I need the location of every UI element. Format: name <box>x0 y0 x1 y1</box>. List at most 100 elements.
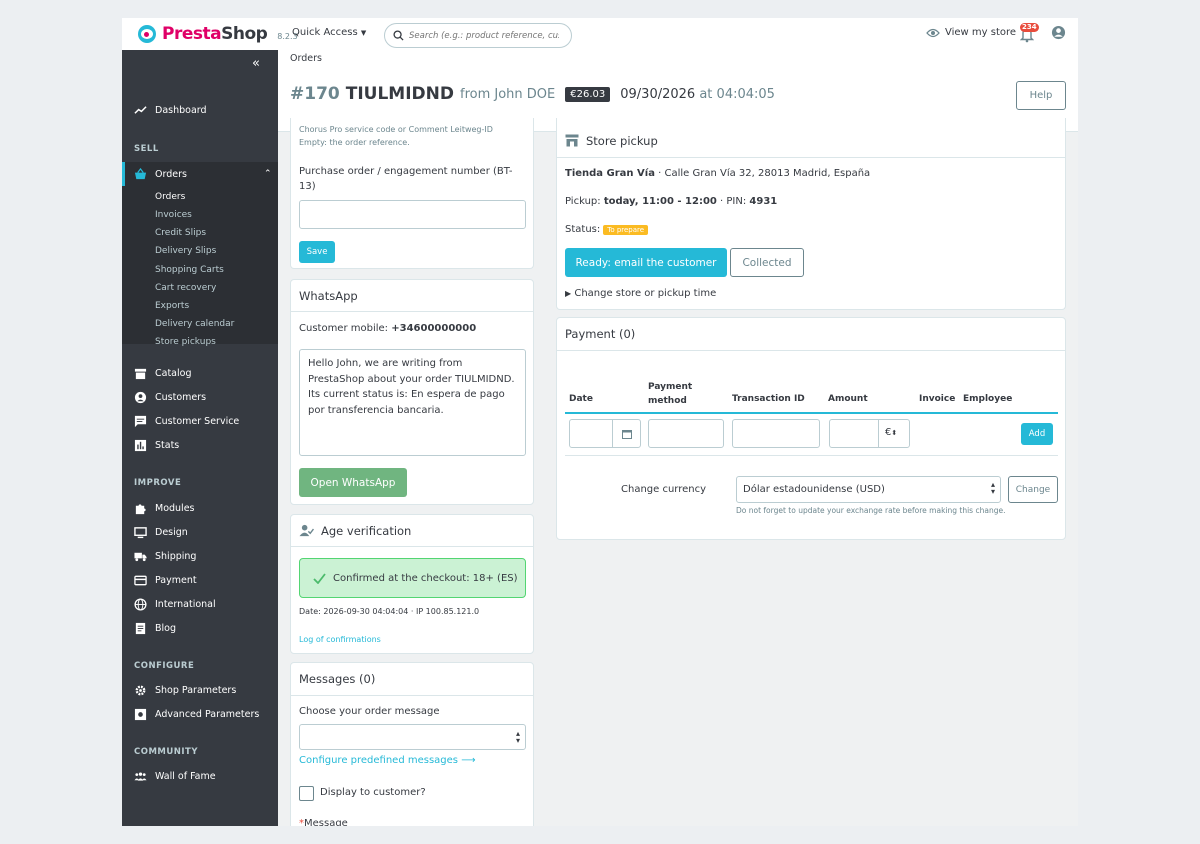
currency-select[interactable]: €⬍ <box>885 427 897 438</box>
nav-shipping[interactable]: Shipping <box>122 546 278 566</box>
search-box[interactable] <box>384 23 572 48</box>
pickup-status: Status: To prepare <box>565 224 649 235</box>
prestashop-logo[interactable]: PrestaShop 8.2.3 <box>138 24 298 44</box>
messages-card: Messages (0) Choose your order message ▴… <box>290 662 534 826</box>
col-amount: Amount <box>828 394 868 404</box>
sidebar: « Dashboard SELL Orders ⌃ Orders Invoice… <box>122 50 278 826</box>
transaction-id-input[interactable] <box>732 419 820 448</box>
card-title: Payment (0) <box>565 327 636 341</box>
nav-orders[interactable]: Orders ⌃ <box>122 162 278 186</box>
payment-card: Payment (0) Date Payment method Transact… <box>556 317 1066 540</box>
whatsapp-message-textarea[interactable]: Hello John, we are writing from PrestaSh… <box>299 349 526 456</box>
nav-customers[interactable]: Customers <box>122 387 278 407</box>
order-message-select[interactable]: ▴ ▾ <box>299 724 526 750</box>
store-icon <box>565 134 579 147</box>
nav-label: Wall of Fame <box>155 770 216 782</box>
nav-international[interactable]: International <box>122 594 278 614</box>
triangle-right-icon: ▶ <box>565 289 572 298</box>
top-bar: PrestaShop 8.2.3 Quick Access ▼ View my … <box>122 18 1078 50</box>
nav-label: Customer Service <box>155 415 240 427</box>
nav-payment[interactable]: Payment <box>122 570 278 590</box>
nav-label: Orders <box>155 168 187 180</box>
notification-badge: 234 <box>1020 23 1039 32</box>
subnav-cart-recovery[interactable]: Cart recovery <box>155 283 216 293</box>
purchase-order-input[interactable] <box>299 200 526 229</box>
order-date: 09/30/2026 at 04:04:05 <box>620 86 775 102</box>
select-arrows-icon: ▴ ▾ <box>515 729 520 745</box>
globe-icon <box>134 597 147 611</box>
quick-access-label: Quick Access <box>292 27 358 38</box>
collected-button[interactable]: Collected <box>730 248 804 277</box>
caret-down-icon: ▼ <box>360 29 367 37</box>
age-verification-card: Age verification Confirmed at the checko… <box>290 514 534 654</box>
save-button[interactable]: Save <box>299 241 335 263</box>
whatsapp-header: WhatsApp <box>291 280 533 312</box>
payment-date-input[interactable] <box>569 419 641 448</box>
puzzle-icon <box>135 503 146 514</box>
nav-customer-service[interactable]: Customer Service <box>122 411 278 431</box>
chat-icon <box>134 415 147 427</box>
field-hint-cut: Chorus Pro service code or Comment Leitw… <box>299 125 493 134</box>
log-of-confirmations-link[interactable]: Log of confirmations <box>299 635 381 644</box>
select-arrows-icon: ▴ ▾ <box>990 480 995 496</box>
subnav-credit-slips[interactable]: Credit Slips <box>155 228 206 238</box>
chevron-up-icon: ⌃ <box>264 169 272 179</box>
search-input[interactable] <box>409 30 559 41</box>
breadcrumb[interactable]: Orders <box>290 53 322 64</box>
nav-catalog[interactable]: Catalog <box>122 363 278 383</box>
help-button[interactable]: Help <box>1016 81 1066 110</box>
subnav-delivery-slips[interactable]: Delivery Slips <box>155 246 216 256</box>
pickup-time: Pickup: today, 11:00 - 12:00 · PIN: 4931 <box>565 196 778 207</box>
gear-icon <box>135 685 146 695</box>
section-improve: IMPROVE <box>134 478 182 488</box>
col-employee: Employee <box>963 394 1013 404</box>
page-title: #170 TIULMIDND from John DOE €26.03 09/3… <box>290 84 775 104</box>
nav-design[interactable]: Design <box>122 522 278 542</box>
account-circle-icon <box>134 391 147 403</box>
change-currency-label: Change currency <box>621 484 707 495</box>
amount-input[interactable]: €⬍ <box>829 419 910 448</box>
nav-stats[interactable]: Stats <box>122 435 278 455</box>
subnav-delivery-calendar[interactable]: Delivery calendar <box>155 319 234 329</box>
card-title: Messages (0) <box>299 672 376 686</box>
order-total-badge: €26.03 <box>565 86 611 102</box>
subnav-exports[interactable]: Exports <box>155 301 189 311</box>
people-icon <box>134 772 147 781</box>
open-whatsapp-button[interactable]: Open WhatsApp <box>299 468 407 497</box>
display-to-customer-checkbox[interactable] <box>299 786 314 801</box>
calendar-icon[interactable] <box>622 429 632 439</box>
subnav-store-pickups[interactable]: Store pickups <box>155 337 216 347</box>
nav-label: Advanced Parameters <box>155 708 260 720</box>
quick-access-dropdown[interactable]: Quick Access ▼ <box>292 27 366 38</box>
payment-method-input[interactable] <box>648 419 724 448</box>
nav-blog[interactable]: Blog <box>122 618 278 638</box>
message-label: *Message <box>299 818 348 826</box>
change-currency-button[interactable]: Change <box>1008 476 1058 503</box>
order-number: #170 <box>290 84 340 104</box>
nav-label: Design <box>155 526 188 538</box>
change-store-toggle[interactable]: ▶ Change store or pickup time <box>565 288 716 299</box>
ready-email-customer-button[interactable]: Ready: email the customer <box>565 248 727 277</box>
subnav-shopping-carts[interactable]: Shopping Carts <box>155 265 224 275</box>
age-verification-header: Age verification <box>291 515 533 547</box>
nav-shop-parameters[interactable]: Shop Parameters <box>122 680 278 700</box>
user-account-icon[interactable] <box>1051 25 1066 40</box>
check-icon <box>313 572 326 584</box>
nav-modules[interactable]: Modules <box>122 498 278 518</box>
view-store-link[interactable]: View my store <box>926 27 1016 38</box>
card-title: WhatsApp <box>299 288 358 303</box>
nav-label: International <box>155 598 216 610</box>
currency-dropdown[interactable]: Dólar estadounidense (USD) ▴ ▾ <box>736 476 1001 503</box>
collapse-sidebar-icon[interactable]: « <box>252 56 260 71</box>
order-reference: TIULMIDND <box>345 84 454 104</box>
add-payment-button[interactable]: Add <box>1021 423 1053 445</box>
order-customer: from John DOE <box>460 86 556 102</box>
subnav-orders[interactable]: Orders <box>155 192 185 202</box>
nav-dashboard[interactable]: Dashboard <box>122 100 278 120</box>
configure-predefined-messages-link[interactable]: Configure predefined messages ⟶ <box>299 755 476 766</box>
col-transaction-id: Transaction ID <box>732 394 805 404</box>
subnav-invoices[interactable]: Invoices <box>155 210 192 220</box>
nav-advanced-parameters[interactable]: Advanced Parameters <box>122 704 278 724</box>
nav-label: Shop Parameters <box>155 684 237 696</box>
nav-wall-of-fame[interactable]: Wall of Fame <box>122 766 278 786</box>
